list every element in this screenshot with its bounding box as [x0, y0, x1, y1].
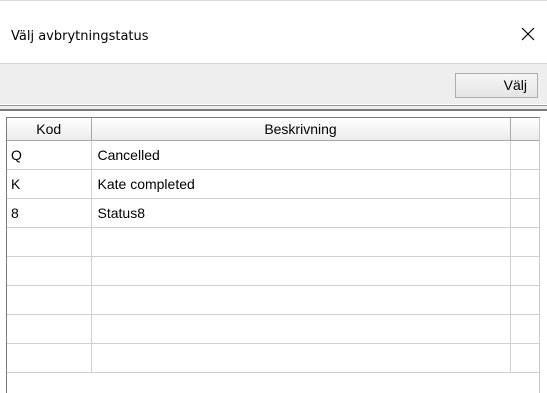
- window-title: Välj avbrytningstatus: [11, 29, 149, 44]
- cell-beskrivning[interactable]: [91, 314, 511, 344]
- table-row[interactable]: [7, 343, 539, 373]
- table-row[interactable]: [7, 256, 539, 286]
- select-button[interactable]: Välj: [455, 73, 538, 98]
- column-header-extra: [510, 118, 539, 141]
- divider: [0, 105, 547, 111]
- cell-extra: [510, 140, 539, 170]
- title-bar: Välj avbrytningstatus: [0, 1, 547, 63]
- column-header-kod[interactable]: Kod: [7, 118, 92, 141]
- toolbar: Välj: [0, 63, 547, 104]
- cell-kod[interactable]: [7, 256, 92, 286]
- cell-extra: [510, 256, 539, 286]
- cell-extra: [510, 198, 539, 228]
- cell-beskrivning[interactable]: Cancelled: [91, 140, 511, 170]
- table-header-row: Kod Beskrivning: [7, 118, 539, 141]
- table-row[interactable]: [7, 314, 539, 344]
- cell-beskrivning[interactable]: [91, 285, 511, 315]
- table-row[interactable]: Q Cancelled: [7, 140, 539, 170]
- cell-kod[interactable]: [7, 343, 92, 373]
- cell-extra: [510, 227, 539, 257]
- cell-kod[interactable]: K: [7, 169, 92, 199]
- cell-extra: [510, 285, 539, 315]
- cell-beskrivning[interactable]: Status8: [91, 198, 511, 228]
- cell-kod[interactable]: Q: [7, 140, 92, 170]
- cell-kod[interactable]: [7, 314, 92, 344]
- dialog-window: Välj avbrytningstatus Välj Kod Beskrivni…: [0, 0, 547, 393]
- column-header-beskrivning[interactable]: Beskrivning: [91, 118, 511, 141]
- cell-beskrivning[interactable]: Kate completed: [91, 169, 511, 199]
- cell-extra: [510, 169, 539, 199]
- cell-kod[interactable]: [7, 227, 92, 257]
- cell-extra: [510, 314, 539, 344]
- cell-extra: [510, 343, 539, 373]
- table-row[interactable]: 8 Status8: [7, 198, 539, 228]
- cell-beskrivning[interactable]: [91, 227, 511, 257]
- table-row[interactable]: [7, 227, 539, 257]
- cell-kod[interactable]: [7, 285, 92, 315]
- table-row[interactable]: [7, 285, 539, 315]
- cell-kod[interactable]: 8: [7, 198, 92, 228]
- cell-beskrivning[interactable]: [91, 343, 511, 373]
- table-row[interactable]: K Kate completed: [7, 169, 539, 199]
- cell-beskrivning[interactable]: [91, 256, 511, 286]
- close-icon[interactable]: [517, 23, 539, 45]
- status-table[interactable]: Kod Beskrivning Q Cancelled K Kate compl…: [6, 117, 540, 393]
